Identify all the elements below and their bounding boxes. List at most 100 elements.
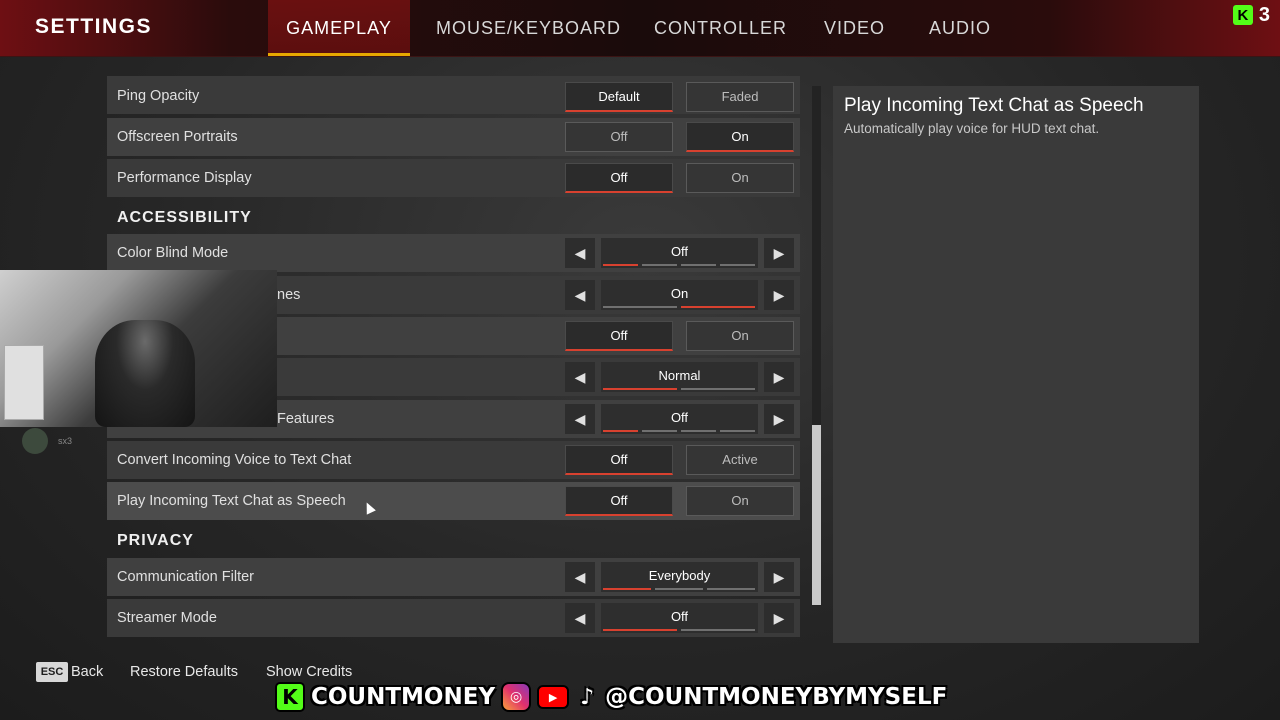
setting-row-communication-filter[interactable]: Communication Filter ◀ Everybody ▶ — [107, 558, 800, 596]
cycle-value[interactable]: Everybody — [601, 562, 758, 592]
cycle-value[interactable]: Off — [601, 238, 758, 268]
setting-row-offscreen-portraits[interactable]: Offscreen Portraits Off On — [107, 118, 800, 156]
kick-logo-icon: K — [275, 682, 305, 712]
cycle-indicator — [603, 430, 638, 432]
arrow-left-icon[interactable]: ◀ — [565, 362, 595, 392]
webcam-background-shelf — [4, 345, 44, 420]
setting-label: Streamer Mode — [117, 610, 217, 626]
option-off[interactable]: Off — [565, 445, 673, 475]
cycle-indicator — [707, 588, 755, 590]
description-text: Automatically play voice for HUD text ch… — [844, 121, 1100, 136]
option-faded[interactable]: Faded — [686, 82, 794, 112]
setting-label: Color Blind Mode — [117, 245, 229, 261]
tab-mouse-keyboard[interactable]: MOUSE/KEYBOARD — [436, 18, 621, 42]
setting-label: Communication Filter — [117, 569, 254, 585]
option-default[interactable]: Default — [565, 82, 673, 112]
cycle-indicator — [603, 629, 677, 631]
cycle-value[interactable]: Off — [601, 404, 758, 434]
description-panel: Play Incoming Text Chat as Speech Automa… — [833, 86, 1199, 643]
option-off[interactable]: Off — [565, 321, 673, 351]
arrow-left-icon[interactable]: ◀ — [565, 404, 595, 434]
cycle-value-text: Everybody — [648, 568, 711, 583]
scrollbar-thumb[interactable] — [812, 425, 821, 605]
cycle-indicator — [720, 430, 755, 432]
option-active[interactable]: Active — [686, 445, 794, 475]
setting-label: Offscreen Portraits — [117, 129, 238, 145]
cycle-value-text: Off — [670, 609, 689, 624]
option-off[interactable]: Off — [565, 122, 673, 152]
option-on[interactable]: On — [686, 122, 794, 152]
tab-gameplay[interactable]: GAMEPLAY — [268, 0, 410, 56]
arrow-left-icon[interactable]: ◀ — [565, 603, 595, 633]
cycle-value[interactable]: Off — [601, 603, 758, 633]
arrow-left-icon[interactable]: ◀ — [565, 562, 595, 592]
setting-label: nes — [277, 287, 301, 303]
setting-row-streamer-mode[interactable]: Streamer Mode ◀ Off ▶ — [107, 599, 800, 637]
cycle-indicator — [681, 388, 755, 390]
webcam-overlay — [0, 270, 277, 427]
tab-controller[interactable]: CONTROLLER — [654, 18, 787, 42]
option-on[interactable]: On — [686, 163, 794, 193]
top-bar: SETTINGS GAMEPLAY MOUSE/KEYBOARD CONTROL… — [0, 0, 1280, 57]
setting-row-play-text-speech[interactable]: Play Incoming Text Chat as Speech Off On — [107, 482, 800, 520]
tab-audio[interactable]: AUDIO — [929, 18, 991, 42]
tab-video[interactable]: VIDEO — [824, 18, 885, 42]
cycle-indicator — [603, 388, 677, 390]
cycle-value[interactable]: Normal — [601, 362, 758, 392]
arrow-right-icon[interactable]: ▶ — [764, 603, 794, 633]
viewer-count: 3 — [1258, 3, 1270, 26]
setting-row-ping-opacity[interactable]: Ping Opacity Default Faded — [107, 76, 800, 114]
setting-label: Performance Display — [117, 170, 252, 186]
cycle-indicator — [603, 588, 651, 590]
streamer-name: COUNTMONEY — [311, 684, 496, 710]
cycle-indicator — [681, 430, 716, 432]
cycle-value-text: Off — [670, 410, 689, 425]
arrow-right-icon[interactable]: ▶ — [764, 562, 794, 592]
arrow-right-icon[interactable]: ▶ — [764, 238, 794, 268]
setting-label: Features — [277, 411, 335, 427]
streamer-handle: @COUNTMONEYBYMYSELF — [605, 684, 948, 710]
setting-row-convert-voice[interactable]: Convert Incoming Voice to Text Chat Off … — [107, 441, 800, 479]
description-title: Play Incoming Text Chat as Speech — [844, 95, 1144, 116]
page-title: SETTINGS — [35, 15, 153, 38]
cycle-indicator — [681, 306, 755, 308]
option-off[interactable]: Off — [565, 163, 673, 193]
avatar-name: sx3 — [58, 436, 73, 446]
arrow-right-icon[interactable]: ▶ — [764, 362, 794, 392]
cycle-indicator — [681, 629, 755, 631]
option-on[interactable]: On — [686, 321, 794, 351]
back-button[interactable]: Back — [71, 664, 103, 680]
cycle-indicator — [603, 306, 677, 308]
cycle-value-text: Off — [670, 244, 689, 259]
arrow-left-icon[interactable]: ◀ — [565, 238, 595, 268]
cycle-indicator — [642, 264, 677, 266]
cycle-indicator — [603, 264, 638, 266]
section-privacy: PRIVACY — [117, 532, 194, 549]
option-off[interactable]: Off — [565, 486, 673, 516]
setting-label: Play Incoming Text Chat as Speech — [117, 493, 346, 509]
section-accessibility: ACCESSIBILITY — [117, 209, 252, 226]
option-on[interactable]: On — [686, 486, 794, 516]
avatar — [22, 428, 48, 454]
setting-row-color-blind-mode[interactable]: Color Blind Mode ◀ Off ▶ — [107, 234, 800, 272]
streamer-figure — [95, 320, 195, 427]
cycle-value[interactable]: On — [601, 280, 758, 310]
instagram-icon: ◎ — [501, 682, 532, 712]
tiktok-icon: ♪ — [580, 684, 595, 710]
setting-row-performance-display[interactable]: Performance Display Off On — [107, 159, 800, 197]
setting-label: Ping Opacity — [117, 88, 200, 104]
kick-logo-icon: K — [1232, 5, 1253, 25]
stream-banner: K COUNTMONEY ◎ ▶ ♪ @COUNTMONEYBYMYSELF — [275, 681, 947, 713]
show-credits-button[interactable]: Show Credits — [266, 664, 352, 680]
esc-key-icon: ESC — [36, 662, 68, 682]
cycle-value-text: On — [670, 286, 689, 301]
setting-label: Convert Incoming Voice to Text Chat — [117, 452, 352, 468]
cycle-indicator — [681, 264, 716, 266]
arrow-right-icon[interactable]: ▶ — [764, 280, 794, 310]
youtube-icon: ▶ — [537, 685, 570, 709]
cycle-indicator — [720, 264, 755, 266]
restore-defaults-button[interactable]: Restore Defaults — [130, 664, 238, 680]
arrow-right-icon[interactable]: ▶ — [764, 404, 794, 434]
cycle-indicator — [642, 430, 677, 432]
arrow-left-icon[interactable]: ◀ — [565, 280, 595, 310]
